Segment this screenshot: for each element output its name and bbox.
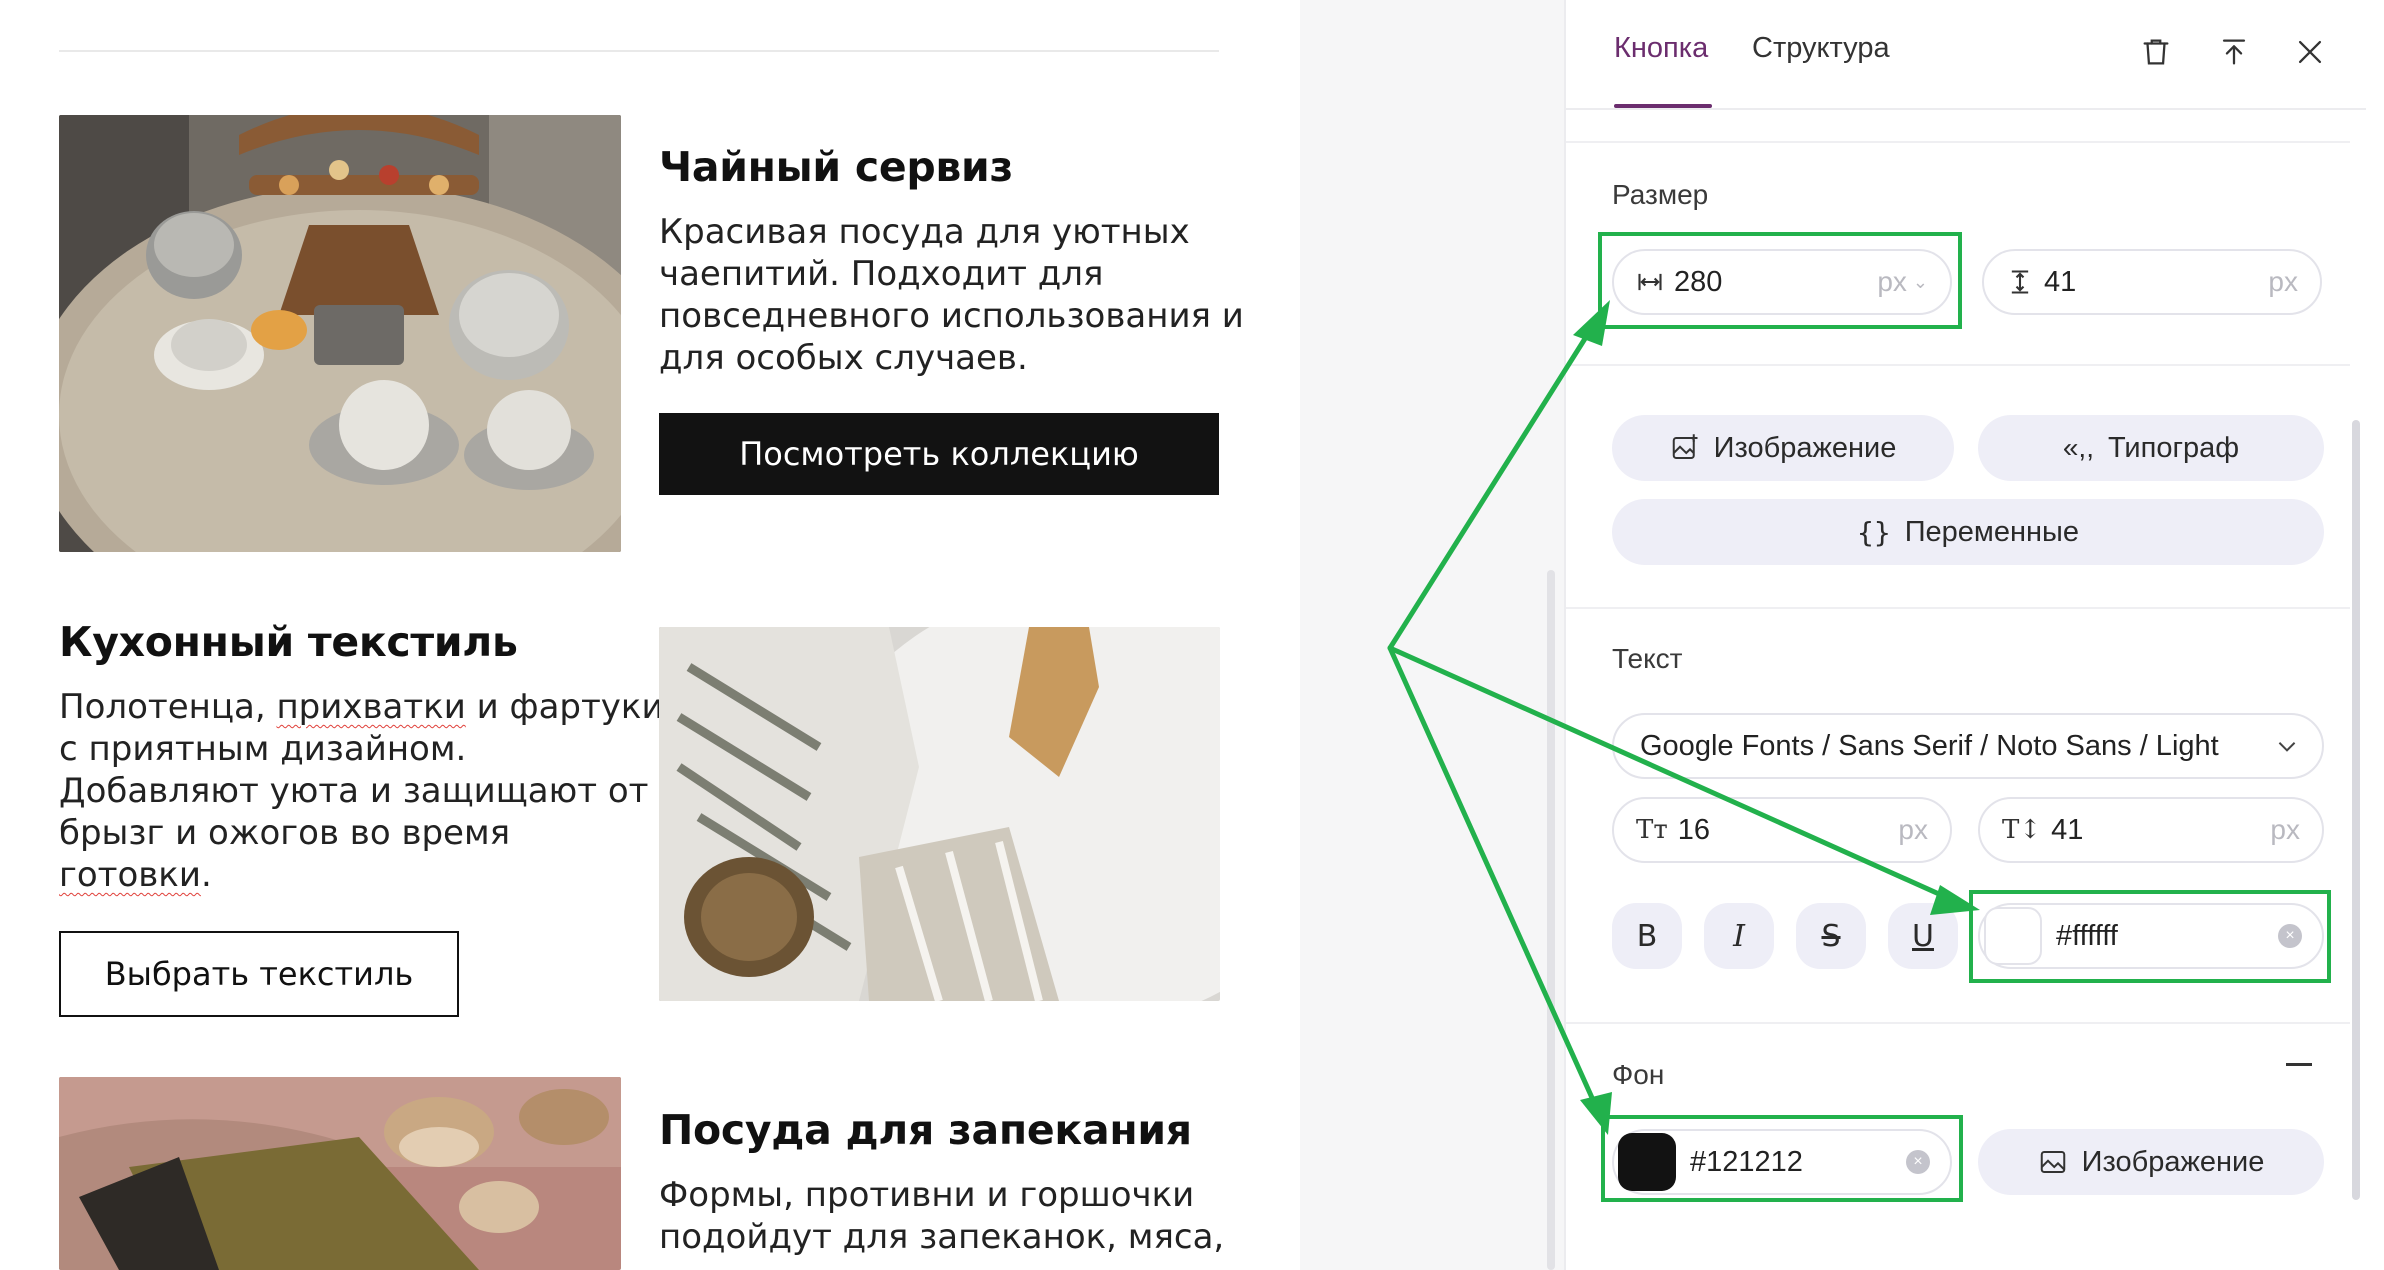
block-title: Посуда для запекания: [659, 1106, 1192, 1154]
line-height-unit: px: [2270, 814, 2300, 845]
height-input[interactable]: 41 px: [1982, 249, 2322, 315]
font-size-icon: Tт: [1636, 815, 1668, 845]
font-value: Google Fonts / Sans Serif / Noto Sans / …: [1640, 729, 2219, 762]
background-color-swatch[interactable]: [1618, 1133, 1676, 1191]
image-icon: [1672, 434, 1698, 459]
tea-set-image[interactable]: [59, 115, 621, 552]
chevron-down-icon: [2274, 733, 2300, 759]
image-icon: [2040, 1151, 2065, 1173]
clear-icon[interactable]: ×: [2278, 924, 2302, 948]
text-color-swatch[interactable]: [1984, 907, 2042, 965]
spellcheck-word: готовки: [59, 855, 201, 895]
select-parent-icon[interactable]: [2212, 30, 2256, 74]
divider: [1566, 141, 2350, 143]
block-description: Формы, противни и горшочки подойдут для …: [659, 1174, 1224, 1258]
text-line: Красивая посуда для уютных: [659, 212, 1190, 252]
divider: [1566, 364, 2350, 366]
text-fragment: .: [200, 855, 212, 895]
text-line: для особых случаев.: [659, 338, 1028, 378]
text-line: с приятным дизайном.: [59, 729, 467, 769]
text-line: Формы, противни и горшочки: [659, 1175, 1195, 1215]
variables-button[interactable]: {} Переменные: [1612, 499, 2324, 565]
divider: [1566, 1022, 2350, 1024]
font-size-unit: px: [1898, 814, 1928, 845]
view-collection-button[interactable]: Посмотреть коллекцию: [659, 413, 1219, 495]
background-section-label: Фон: [1612, 1059, 1665, 1090]
line-height-value: 41: [2051, 813, 2084, 846]
block-title: Кухонный текстиль: [59, 618, 518, 666]
chevron-down-icon: ⌄: [1912, 271, 1928, 292]
background-image-label: Изображение: [2081, 1145, 2265, 1178]
background-color-value: #121212: [1690, 1145, 1803, 1178]
width-input[interactable]: 280 px ⌄: [1612, 249, 1952, 315]
tab-structure[interactable]: Структура: [1752, 32, 1890, 65]
text-line: Полотенца, прихватки и фартуки: [59, 686, 664, 728]
panel-tabs: Кнопка Структура: [1566, 0, 2366, 110]
collapse-icon[interactable]: [2286, 1063, 2312, 1066]
block-description: Полотенца, прихватки и фартуки с приятны…: [59, 686, 664, 896]
size-section-label: Размер: [1612, 179, 1709, 210]
text-line: готовки.: [59, 854, 664, 896]
active-tab-indicator: [1614, 104, 1712, 108]
text-line: подойдут для запеканок, мяса,: [659, 1217, 1225, 1257]
divider: [59, 50, 1219, 52]
line-height-input[interactable]: T↕ 41 px: [1978, 797, 2324, 863]
image-button-label: Изображение: [1713, 431, 1897, 464]
text-line: Добавляют уюта и защищают от: [59, 771, 649, 811]
variables-button-label: Переменные: [1904, 515, 2080, 548]
background-image-button[interactable]: Изображение: [1978, 1129, 2324, 1195]
line-height-icon: T↕: [2002, 815, 2042, 845]
width-unit-select[interactable]: px ⌄: [1877, 266, 1928, 298]
font-size-value: 16: [1677, 813, 1710, 846]
strikethrough-button[interactable]: S: [1796, 903, 1866, 969]
close-icon[interactable]: [2288, 30, 2332, 74]
underline-button[interactable]: U: [1888, 903, 1958, 969]
width-value: 280: [1674, 265, 1723, 298]
braces-icon: {}: [1856, 515, 1891, 549]
image-button[interactable]: Изображение: [1612, 415, 1954, 481]
text-section-label: Текст: [1612, 643, 1683, 674]
canvas-scrollbar[interactable]: [1547, 570, 1555, 1270]
spellcheck-word: прихватки: [276, 687, 466, 727]
text-color-value: #ffffff: [2056, 919, 2118, 952]
typograph-button[interactable]: «,, Типограф: [1978, 415, 2324, 481]
bold-button[interactable]: B: [1612, 903, 1682, 969]
height-icon: [2006, 268, 2034, 296]
height-unit: px: [2268, 266, 2298, 297]
block-title: Чайный сервиз: [659, 143, 1013, 191]
divider: [1566, 607, 2350, 609]
text-line: чаепитий. Подходит для: [659, 254, 1104, 294]
clear-icon[interactable]: ×: [1906, 1150, 1930, 1174]
background-color-input[interactable]: #121212 ×: [1612, 1129, 1952, 1195]
text-line: брызг и ожогов во время: [59, 813, 511, 853]
canvas-gap: [1300, 0, 1564, 1270]
block-description: Красивая посуда для уютных чаепитий. Под…: [659, 211, 1244, 379]
font-size-input[interactable]: Tт 16 px: [1612, 797, 1952, 863]
quote-marks-icon: «,,: [2062, 432, 2094, 463]
email-preview: Чайный сервиз Красивая посуда для уютных…: [0, 0, 1300, 1270]
italic-button[interactable]: I: [1704, 903, 1774, 969]
text-line: повседневного использования и: [659, 296, 1244, 336]
choose-textile-button[interactable]: Выбрать текстиль: [59, 931, 459, 1017]
text-fragment: Полотенца,: [59, 687, 277, 727]
text-color-input[interactable]: #ffffff ×: [1978, 903, 2324, 969]
textile-image[interactable]: [659, 627, 1220, 1001]
panel-scrollbar[interactable]: [2352, 420, 2360, 1200]
typograph-button-label: Типограф: [2107, 431, 2240, 464]
tab-button[interactable]: Кнопка: [1614, 32, 1708, 65]
height-value: 41: [2044, 265, 2077, 298]
delete-icon[interactable]: [2134, 30, 2178, 74]
settings-panel: Кнопка Структура Размер 280 px ⌄ 41 px И…: [1564, 0, 2368, 1270]
baking-image[interactable]: [59, 1077, 621, 1270]
width-icon: [1636, 268, 1664, 296]
font-select[interactable]: Google Fonts / Sans Serif / Noto Sans / …: [1612, 713, 2324, 779]
text-fragment: и фартуки: [465, 687, 664, 727]
width-unit: px: [1877, 266, 1907, 297]
